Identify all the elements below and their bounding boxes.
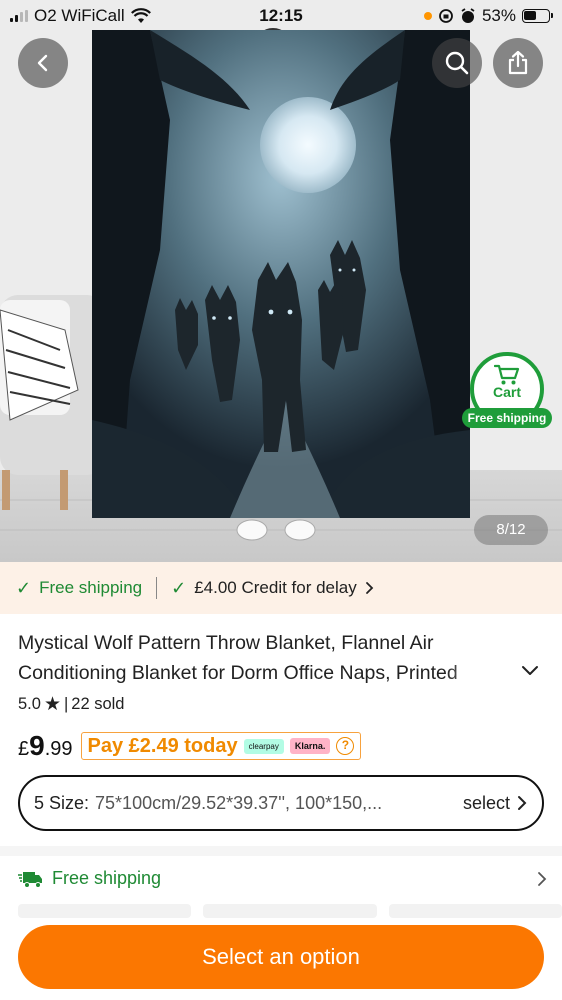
- promo-divider: [156, 577, 158, 599]
- help-question-icon[interactable]: ?: [336, 737, 355, 755]
- size-selector[interactable]: 5 Size: 75*100cm/29.52*39.37'', 100*150,…: [18, 775, 544, 831]
- cart-icon: [494, 364, 520, 385]
- chevron-right-icon: [538, 871, 547, 886]
- price-row: £9.99 Pay £2.49 today clearpay Klarna. ?: [18, 730, 362, 762]
- expand-title-chevron-down-icon[interactable]: [520, 664, 540, 678]
- chevron-left-icon: [37, 54, 48, 72]
- wolf-blanket-photo: [0, 0, 562, 562]
- recording-indicator-icon: [423, 12, 432, 20]
- share-icon: [508, 50, 528, 75]
- shipping-label: Free shipping: [52, 868, 162, 888]
- rating-divider: |: [63, 695, 69, 713]
- price-minor: .99: [44, 738, 73, 760]
- size-selector-label: 5 Size:: [34, 792, 90, 813]
- select-option-button[interactable]: Select an option: [18, 925, 544, 989]
- search-icon: [445, 51, 469, 75]
- price-major: 9: [29, 730, 45, 761]
- size-select-label: select: [462, 792, 510, 813]
- cart-free-shipping-badge: Free shipping: [462, 408, 552, 428]
- installment-box[interactable]: Pay £2.49 today clearpay Klarna. ?: [80, 732, 362, 760]
- pay-today-text: Pay £2.49 today: [87, 734, 238, 757]
- check-icon: ✓: [171, 577, 187, 598]
- promo-free-shipping-label: Free shipping: [39, 578, 143, 597]
- check-icon: ✓: [16, 577, 32, 598]
- truck-icon: [18, 871, 42, 888]
- klarna-logo: Klarna.: [289, 738, 331, 754]
- back-button[interactable]: [18, 38, 68, 88]
- search-button[interactable]: [432, 38, 482, 88]
- product-image[interactable]: O2 WiFiCall 12:15 53% Cart Free shipping…: [0, 0, 562, 562]
- battery-percentage: 53%: [481, 6, 516, 25]
- star-icon: ★: [43, 694, 61, 715]
- product-title-line1: Mystical Wolf Pattern Throw Blanket, Fla…: [18, 632, 434, 654]
- chevron-right-icon: [518, 796, 527, 810]
- promo-free-shipping: ✓ Free shipping: [16, 578, 142, 599]
- image-counter: 8/12: [474, 515, 548, 545]
- status-bar: O2 WiFiCall 12:15 53%: [0, 0, 562, 34]
- shipping-row[interactable]: Free shipping: [18, 868, 548, 889]
- clearpay-logo: clearpay: [243, 738, 284, 754]
- promo-credit[interactable]: ✓ £4.00 Credit for delay: [171, 578, 377, 599]
- cart-label: Cart: [492, 384, 521, 400]
- partial-content-strip: [0, 904, 562, 918]
- price-currency: £: [18, 738, 30, 760]
- rating-value: 5.0: [18, 695, 41, 713]
- promo-strip[interactable]: ✓ Free shipping ✓ £4.00 Credit for delay: [0, 562, 562, 614]
- promo-credit-label: £4.00 Credit for delay: [194, 578, 357, 597]
- product-title-line2: Conditioning Blanket for Dorm Office Nap…: [18, 662, 458, 684]
- orientation-lock-icon: [439, 9, 453, 23]
- size-select-button[interactable]: select: [463, 793, 528, 814]
- size-selector-value: 75*100cm/29.52*39.37'', 100*150,...: [95, 792, 383, 813]
- chevron-right-icon: [365, 582, 374, 594]
- alarm-icon: [461, 8, 475, 23]
- price: £9.99: [18, 730, 73, 762]
- battery-icon: [522, 9, 553, 23]
- sold-count: 22 sold: [71, 695, 125, 713]
- section-divider: [0, 846, 562, 856]
- rating-row[interactable]: 5.0 ★ | 22 sold: [18, 695, 125, 714]
- product-title[interactable]: Mystical Wolf Pattern Throw Blanket, Fla…: [18, 628, 518, 688]
- share-button[interactable]: [493, 38, 543, 88]
